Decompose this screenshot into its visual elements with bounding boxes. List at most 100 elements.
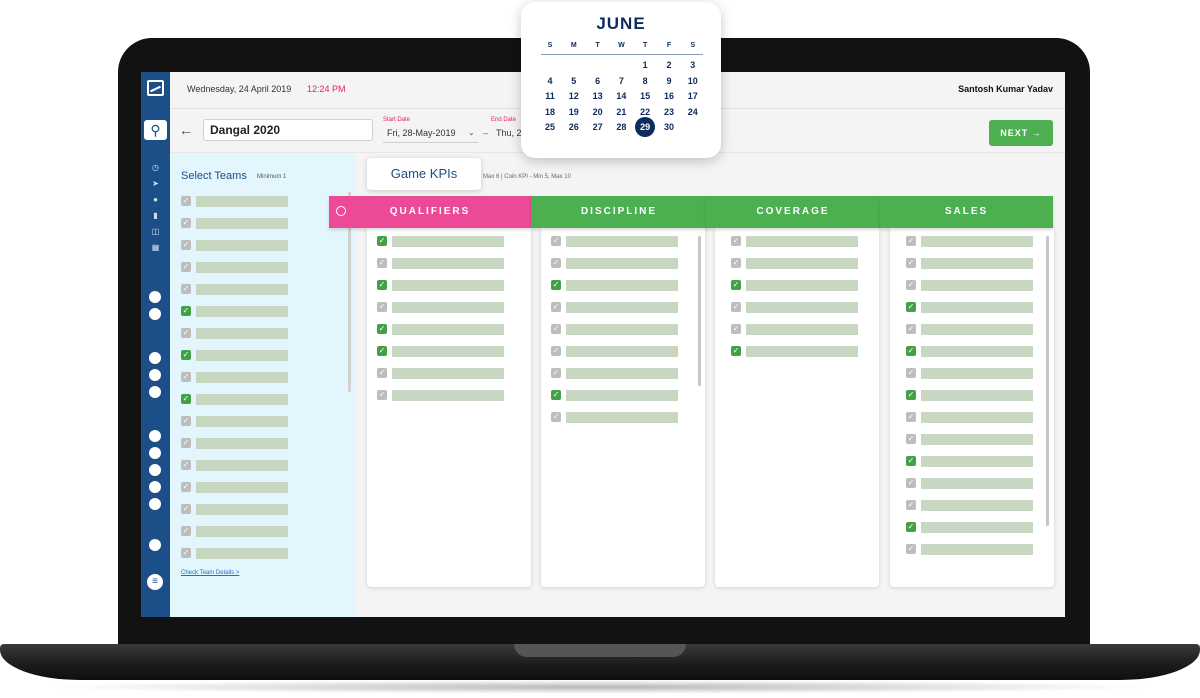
checkbox-row[interactable]: ✓ [551,302,678,314]
calendar-day[interactable]: 16 [658,88,680,104]
kpi-header-coverage[interactable]: COVERAGE [706,196,880,228]
nav-dot[interactable] [149,291,161,303]
checkbox-unchecked[interactable]: ✓ [731,324,741,334]
calendar-day[interactable]: 23 [658,104,680,120]
nav-dot[interactable] [149,481,161,493]
checkbox-unchecked[interactable]: ✓ [181,438,191,448]
calendar-day[interactable]: 18 [539,104,561,120]
calendar-day[interactable]: 28 [610,119,632,135]
calendar-day[interactable]: 24 [682,104,704,120]
checkbox-checked[interactable]: ✓ [906,302,916,312]
calendar-day[interactable]: 19 [563,104,585,120]
calendar-day[interactable]: 11 [539,88,561,104]
checkbox-row[interactable]: ✓ [551,258,678,270]
checkbox-row[interactable]: ✓ [377,236,504,248]
checkbox-row[interactable]: ✓ [906,258,1033,270]
checkbox-unchecked[interactable]: ✓ [181,196,191,206]
checkbox-unchecked[interactable]: ✓ [181,526,191,536]
checkbox-checked[interactable]: ✓ [377,346,387,356]
user-name[interactable]: Santosh Kumar Yadav [953,84,1053,94]
checkbox-row[interactable]: ✓ [906,412,1033,424]
checkbox-row[interactable]: ✓ [731,258,858,270]
checkbox-row[interactable]: ✓ [181,372,288,384]
checkbox-unchecked[interactable]: ✓ [906,412,916,422]
checkbox-row[interactable]: ✓ [906,302,1033,314]
checkbox-row[interactable]: ✓ [377,390,504,402]
calendar-day[interactable]: 4 [539,73,561,89]
checkbox-row[interactable]: ✓ [731,302,858,314]
campaign-name-input[interactable]: Dangal 2020 [203,119,373,141]
nav-dot[interactable] [149,430,161,442]
rocket-icon[interactable]: ➤ [151,180,160,188]
checkbox-row[interactable]: ✓ [181,394,288,406]
checkbox-row[interactable]: ✓ [181,262,288,274]
calendar-day[interactable]: 8 [634,73,656,89]
checkbox-row[interactable]: ✓ [377,346,504,358]
clock-icon[interactable]: ◷ [151,164,160,172]
checkbox-row[interactable]: ✓ [906,500,1033,512]
checkbox-row[interactable]: ✓ [181,416,288,428]
app-logo-icon[interactable] [147,80,164,96]
calendar-day[interactable]: 27 [587,119,609,135]
checkbox-checked[interactable]: ✓ [551,390,561,400]
checkbox-checked[interactable]: ✓ [181,350,191,360]
checkbox-row[interactable]: ✓ [906,236,1033,248]
calendar-day[interactable]: 13 [587,88,609,104]
checkbox-row[interactable]: ✓ [906,522,1033,534]
checkbox-unchecked[interactable]: ✓ [731,236,741,246]
checkbox-row[interactable]: ✓ [551,368,678,380]
back-arrow-icon[interactable]: ← [179,122,193,138]
start-date-select[interactable]: Fri, 28-May-2019 [387,128,456,138]
chevron-down-icon[interactable]: ⌄ [468,128,475,137]
checkbox-checked[interactable]: ✓ [181,394,191,404]
calendar-day[interactable]: 2 [658,57,680,73]
checkbox-unchecked[interactable]: ✓ [906,368,916,378]
checkbox-checked[interactable]: ✓ [731,280,741,290]
checkbox-row[interactable]: ✓ [906,346,1033,358]
checkbox-checked[interactable]: ✓ [377,280,387,290]
checkbox-row[interactable]: ✓ [906,324,1033,336]
checkbox-row[interactable]: ✓ [731,280,858,292]
checkbox-row[interactable]: ✓ [551,280,678,292]
search-icon[interactable]: ⚲ [144,120,167,140]
calendar-day[interactable]: 14 [610,88,632,104]
checkbox-unchecked[interactable]: ✓ [551,368,561,378]
calendar-day[interactable]: 3 [682,57,704,73]
checkbox-row[interactable]: ✓ [906,390,1033,402]
checkbox-row[interactable]: ✓ [181,350,288,362]
checkbox-unchecked[interactable]: ✓ [181,548,191,558]
checkbox-row[interactable]: ✓ [906,478,1033,490]
checkbox-row[interactable]: ✓ [377,258,504,270]
checkbox-unchecked[interactable]: ✓ [181,504,191,514]
calendar-day[interactable]: 6 [587,73,609,89]
nav-dot[interactable] [149,447,161,459]
menu-icon[interactable]: ≡ [147,574,163,590]
checkbox-row[interactable]: ✓ [181,460,288,472]
checkbox-unchecked[interactable]: ✓ [906,478,916,488]
checkbox-row[interactable]: ✓ [181,284,288,296]
calendar-day[interactable]: 10 [682,73,704,89]
checkbox-unchecked[interactable]: ✓ [181,372,191,382]
calendar-day-selected[interactable]: 29 [635,117,656,137]
checkbox-row[interactable]: ✓ [181,328,288,340]
checkbox-row[interactable]: ✓ [906,368,1033,380]
checkbox-unchecked[interactable]: ✓ [906,258,916,268]
calendar-day[interactable]: 21 [610,104,632,120]
checkbox-checked[interactable]: ✓ [551,280,561,290]
checkbox-checked[interactable]: ✓ [731,346,741,356]
kpi-header-qualifiers[interactable]: QUALIFIERS [329,196,531,228]
nav-dot[interactable] [149,308,161,320]
nav-dot[interactable] [149,464,161,476]
checkbox-row[interactable]: ✓ [377,324,504,336]
checkbox-row[interactable]: ✓ [181,240,288,252]
nav-dot[interactable] [149,539,161,551]
checkbox-row[interactable]: ✓ [551,324,678,336]
nav-dot[interactable] [149,369,161,381]
checkbox-row[interactable]: ✓ [181,526,288,538]
checkbox-row[interactable]: ✓ [181,438,288,450]
checkbox-row[interactable]: ✓ [181,196,288,208]
checkbox-unchecked[interactable]: ✓ [731,258,741,268]
checkbox-row[interactable]: ✓ [731,346,858,358]
calendar-day[interactable]: 15 [634,88,656,104]
checkbox-unchecked[interactable]: ✓ [377,368,387,378]
